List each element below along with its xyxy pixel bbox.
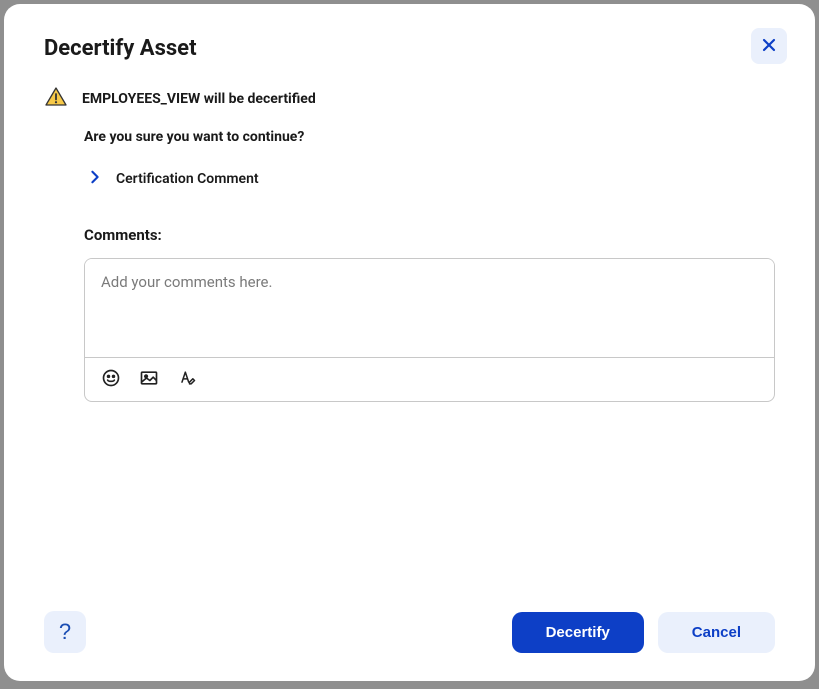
close-button[interactable] <box>751 28 787 64</box>
comments-label: Comments: <box>84 226 775 244</box>
smile-icon <box>101 368 121 391</box>
emoji-button[interactable] <box>99 366 123 393</box>
comments-toolbar <box>85 357 774 401</box>
certification-comment-toggle[interactable]: Certification Comment <box>88 169 775 188</box>
decertify-button[interactable]: Decertify <box>512 612 644 653</box>
modal-header: Decertify Asset <box>44 36 775 61</box>
close-icon <box>761 37 777 56</box>
certification-comment-label: Certification Comment <box>116 171 259 187</box>
help-icon: ? <box>59 619 71 645</box>
help-button[interactable]: ? <box>44 611 86 653</box>
warning-message: EMPLOYEES_VIEW will be decertified <box>82 91 316 107</box>
warning-row: EMPLOYEES_VIEW will be decertified <box>44 85 775 113</box>
comments-textarea[interactable] <box>85 259 774 353</box>
modal-footer: ? Decertify Cancel <box>44 611 775 653</box>
image-button[interactable] <box>137 366 161 393</box>
format-button[interactable] <box>175 366 199 393</box>
confirm-question: Are you sure you want to continue? <box>84 129 775 145</box>
chevron-right-icon <box>88 169 102 188</box>
comments-box <box>84 258 775 402</box>
footer-actions: Decertify Cancel <box>512 612 775 653</box>
text-format-icon <box>177 368 197 391</box>
image-icon <box>139 368 159 391</box>
cancel-button[interactable]: Cancel <box>658 612 775 653</box>
warning-triangle-icon <box>44 85 68 113</box>
decertify-asset-modal: Decertify Asset EMPLOYEES_VIEW will be d… <box>4 4 815 681</box>
modal-title: Decertify Asset <box>44 36 197 61</box>
